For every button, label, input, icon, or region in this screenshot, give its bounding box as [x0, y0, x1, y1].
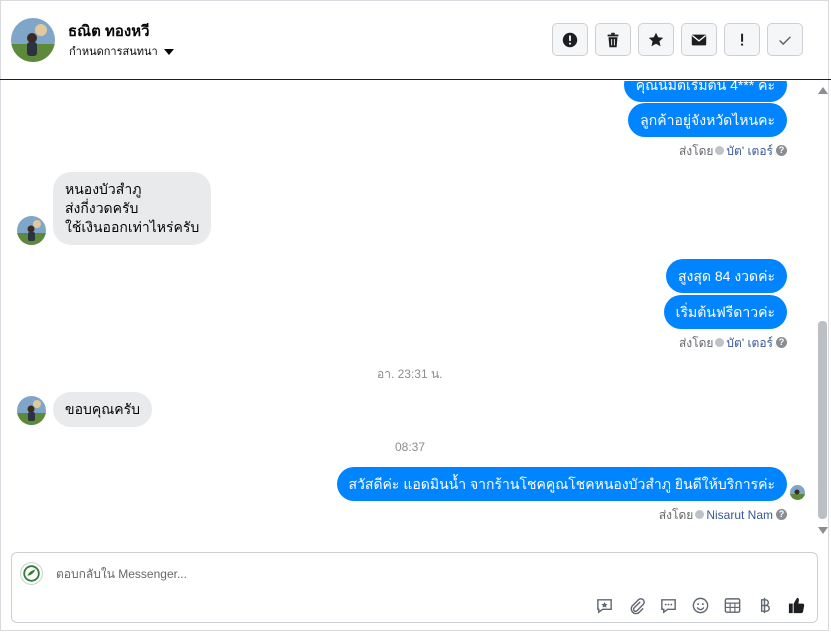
outgoing-message[interactable]: เริ่มต้นฟรีดาวค่ะ — [663, 295, 787, 329]
outgoing-message[interactable]: สวัสดีค่ะ แอดมินน้ำ จากร้านโชคคูณโชคหนอง… — [336, 467, 787, 501]
check-icon — [779, 35, 791, 45]
agent-dot-icon — [715, 146, 725, 156]
envelope-icon — [691, 34, 707, 45]
incoming-message[interactable]: ขอบคุณครับ — [53, 392, 152, 427]
page-avatar — [20, 562, 43, 585]
message-thread: คุณนิมิตเริ่มต้น 4*** ค่ะ ลูกค้าอยู่จังห… — [0, 81, 814, 541]
message-line: ส่งกี่งวดครับ — [65, 200, 139, 216]
sent-by-label: ส่งโดย Nisarut Nam? — [659, 506, 787, 525]
help-icon[interactable]: ? — [776, 337, 787, 349]
mark-done-button[interactable] — [767, 23, 803, 56]
sent-by-prefix: ส่งโดย — [658, 508, 694, 522]
saved-reply-icon[interactable] — [593, 594, 615, 616]
gif-table-icon[interactable] — [721, 594, 743, 616]
trash-icon — [607, 32, 619, 47]
conversation-header: ธณิต ทองหวี กำหนดการสนทนา — [0, 0, 831, 80]
message-timestamp: 08:37 — [395, 440, 426, 454]
delete-button[interactable] — [595, 23, 631, 56]
mark-unread-button[interactable] — [681, 23, 717, 56]
sent-by-label: ส่งโดย บัต' เตอร์? — [679, 142, 787, 161]
agent-name[interactable]: บัต' เตอร์ — [726, 144, 773, 158]
contact-name[interactable]: ธณิต ทองหวี — [68, 19, 150, 43]
message-timestamp: อา. 23:31 น. — [377, 367, 443, 381]
follow-up-button[interactable] — [724, 23, 760, 56]
scrollbar-thumb[interactable] — [818, 321, 827, 519]
exclamation-icon — [741, 33, 744, 46]
baht-payment-icon[interactable] — [753, 594, 775, 616]
seen-avatar — [790, 485, 805, 500]
scroll-down-arrow-icon[interactable] — [818, 527, 828, 534]
sent-by-label: ส่งโดย บัต' เตอร์? — [679, 334, 787, 353]
conversation-toolbar — [552, 23, 803, 56]
help-icon[interactable]: ? — [776, 145, 787, 157]
conversation-status-label: กำหนดการสนทนา — [69, 46, 158, 58]
emoji-icon[interactable] — [689, 594, 711, 616]
attachment-icon[interactable] — [625, 594, 647, 616]
thumbs-up-icon[interactable] — [785, 594, 807, 616]
report-spam-button[interactable] — [552, 23, 588, 56]
chat-bubble-icon[interactable] — [657, 594, 679, 616]
reply-input[interactable] — [56, 564, 756, 584]
sent-by-prefix: ส่งโดย — [678, 144, 714, 158]
conversation-status-dropdown[interactable]: กำหนดการสนทนา — [69, 42, 174, 60]
message-line: ใช้เงินออกเท่าไหร่ครับ — [65, 219, 200, 235]
star-icon — [648, 32, 664, 46]
star-button[interactable] — [638, 23, 674, 56]
contact-avatar[interactable] — [11, 18, 55, 62]
outgoing-message[interactable]: สูงสุด 84 งวดค่ะ — [665, 259, 787, 293]
message-line: หนองบัวสำภู — [65, 181, 142, 197]
outgoing-message[interactable]: คุณนิมิตเริ่มต้น 4*** ค่ะ — [623, 81, 787, 102]
reply-composer — [11, 552, 818, 623]
agent-dot-icon — [695, 510, 705, 520]
alert-circle-icon — [562, 32, 578, 47]
help-icon[interactable]: ? — [776, 509, 787, 521]
agent-dot-icon — [715, 338, 725, 348]
composer-toolbar — [593, 594, 807, 616]
contact-avatar-small[interactable] — [17, 396, 46, 425]
contact-avatar-small[interactable] — [17, 216, 46, 245]
outgoing-message[interactable]: ลูกค้าอยู่จังหวัดไหนคะ — [628, 103, 787, 137]
caret-down-icon — [163, 49, 174, 56]
thread-scrollbar[interactable] — [814, 81, 831, 541]
sent-by-prefix: ส่งโดย — [678, 336, 714, 350]
agent-name[interactable]: บัต' เตอร์ — [726, 336, 773, 350]
scroll-up-arrow-icon[interactable] — [818, 87, 828, 94]
agent-name[interactable]: Nisarut Nam — [706, 508, 773, 522]
incoming-message[interactable]: หนองบัวสำภู ส่งกี่งวดครับ ใช้เงินออกเท่า… — [53, 172, 212, 245]
